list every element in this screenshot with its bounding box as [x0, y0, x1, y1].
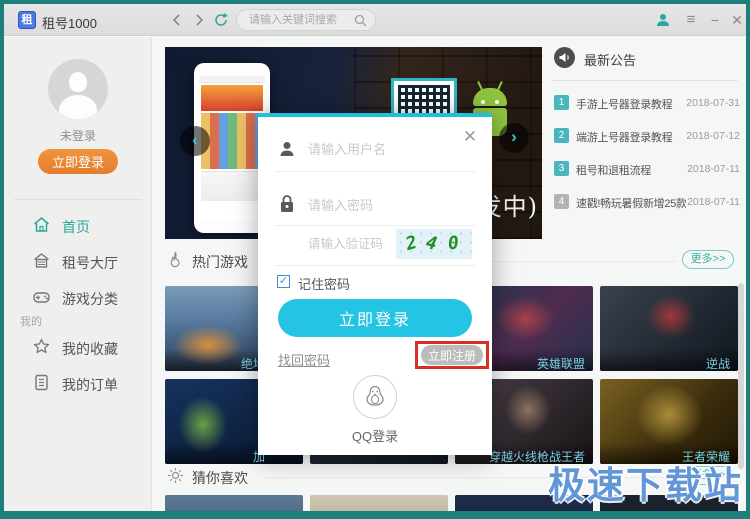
flame-icon: [167, 251, 184, 268]
game-card[interactable]: [165, 495, 303, 511]
section-title: 热门游戏: [192, 254, 248, 270]
sidebar-item-game-category[interactable]: 游戏分类: [4, 279, 152, 315]
captcha-image[interactable]: 2 4 0: [396, 229, 472, 259]
login-status: 未登录: [59, 129, 96, 143]
scrollbar-thumb[interactable]: [738, 283, 744, 469]
username-input[interactable]: [308, 137, 466, 161]
nav-back-button[interactable]: [167, 10, 187, 30]
divider: [552, 80, 738, 81]
nav-forward-button[interactable]: [189, 10, 209, 30]
search-icon: [354, 14, 367, 27]
sidebar-divider: [14, 199, 142, 200]
titlebar: 租 租号1000 ≡ − ✕: [4, 4, 746, 36]
qq-penguin-icon: [363, 384, 387, 410]
hot-games-more-button[interactable]: 更多>>: [682, 250, 734, 269]
game-card-label: 逆战: [600, 349, 738, 371]
announcement-number-badge: 2: [554, 128, 569, 143]
announcements-panel: 最新公告 1 手游上号器登录教程 2018-07-31 2 端游上号器登录教程 …: [552, 47, 740, 239]
sparkle-icon: [167, 467, 184, 484]
announcement-date: 2018-07-11: [687, 196, 740, 208]
captcha-digit: 0: [446, 232, 460, 255]
home-icon: [32, 215, 51, 234]
announcement-text: 手游上号器登录教程: [576, 99, 673, 111]
forgot-password-link[interactable]: 找回密码: [278, 350, 330, 369]
sidebar-login-button[interactable]: 立即登录: [38, 149, 118, 174]
nav-refresh-button[interactable]: [211, 10, 231, 30]
sidebar-item-orders[interactable]: 我的订单: [4, 365, 152, 401]
remember-password-checkbox[interactable]: ✓: [277, 275, 290, 288]
sidebar-item-favorites[interactable]: 我的收藏: [4, 329, 152, 365]
announcements-title: 最新公告: [584, 53, 637, 68]
announcement-date: 2018-07-11: [687, 163, 740, 175]
app-title: 租号1000: [42, 16, 97, 31]
register-highlight-annotation: 立即注册: [415, 341, 489, 369]
announcement-text: 租号和退租流程: [576, 165, 651, 177]
app-logo-icon: 租: [18, 11, 36, 29]
qq-login-label: QQ登录: [351, 429, 399, 444]
announcement-number-badge: 4: [554, 194, 569, 209]
sidebar: 未登录 立即登录 首页 租号大厅 游戏分类 我的 我的收藏 我的订单: [4, 37, 152, 511]
announcement-number-badge: 1: [554, 95, 569, 110]
sidebar-item-home[interactable]: 首页: [4, 207, 152, 243]
announcement-date: 2018-07-12: [686, 130, 740, 142]
sidebar-item-label: 我的订单: [62, 377, 118, 393]
divider: [275, 265, 475, 266]
rent-hall-icon: [32, 251, 51, 270]
carousel-prev-button[interactable]: ‹: [180, 126, 210, 156]
modal-login-button[interactable]: 立即登录: [278, 299, 472, 337]
order-list-icon: [32, 373, 51, 392]
sidebar-item-label: 租号大厅: [62, 255, 118, 271]
megaphone-icon: [554, 47, 575, 68]
sidebar-item-label: 首页: [62, 219, 90, 235]
divider: [275, 171, 475, 172]
game-card[interactable]: [310, 495, 448, 511]
close-window-icon[interactable]: ✕: [728, 11, 746, 29]
menu-icon[interactable]: ≡: [682, 11, 700, 29]
sidebar-item-rent-hall[interactable]: 租号大厅: [4, 243, 152, 279]
password-input[interactable]: [308, 193, 466, 217]
captcha-digit: 4: [423, 232, 439, 255]
announcement-item[interactable]: 4 速戳!畅玩暑假新增25款... 2018-07-11: [552, 192, 740, 212]
gamepad-icon: [32, 287, 51, 306]
login-modal: ✕ 2 4 0 ✓ 记住密码 立即登录 找回密码 立即注册: [258, 113, 492, 455]
game-card-honor-of-kings[interactable]: 王者荣耀: [600, 379, 738, 464]
site-watermark: 极速下载站: [548, 465, 743, 506]
register-button[interactable]: 立即注册: [421, 345, 483, 365]
minimize-icon[interactable]: −: [706, 11, 724, 29]
qq-login-button[interactable]: [353, 375, 397, 419]
app-window: 租 租号1000 ≡ − ✕: [0, 0, 750, 519]
game-card-nizhan[interactable]: 逆战: [600, 286, 738, 371]
sidebar-item-label: 我的收藏: [62, 341, 118, 357]
announcement-number-badge: 3: [554, 161, 569, 176]
announcement-text: 端游上号器登录教程: [576, 132, 673, 144]
announcement-item[interactable]: 3 租号和退租流程 2018-07-11: [552, 159, 740, 179]
my-section-label: 我的: [20, 316, 42, 328]
avatar[interactable]: [48, 59, 108, 119]
search-input[interactable]: [249, 11, 349, 29]
sidebar-item-label: 游戏分类: [62, 291, 118, 307]
search-box[interactable]: [236, 9, 376, 31]
divider: [275, 225, 475, 226]
modal-accent-bar: [258, 113, 492, 117]
announcement-item[interactable]: 2 端游上号器登录教程 2018-07-12: [552, 126, 740, 146]
section-title: 猜你喜欢: [192, 470, 248, 486]
password-lock-icon: [277, 193, 297, 215]
carousel-next-button[interactable]: ›: [499, 123, 529, 153]
captcha-digit: 2: [403, 231, 420, 256]
announcement-text: 速戳!畅玩暑假新增25款...: [576, 198, 686, 210]
announcement-date: 2018-07-31: [686, 97, 740, 109]
announcement-item[interactable]: 1 手游上号器登录教程 2018-07-31: [552, 93, 740, 113]
captcha-input[interactable]: [308, 232, 394, 256]
star-icon: [32, 337, 51, 356]
remember-password-label: 记住密码: [298, 277, 351, 292]
username-icon: [277, 139, 297, 159]
account-icon[interactable]: [654, 11, 672, 29]
